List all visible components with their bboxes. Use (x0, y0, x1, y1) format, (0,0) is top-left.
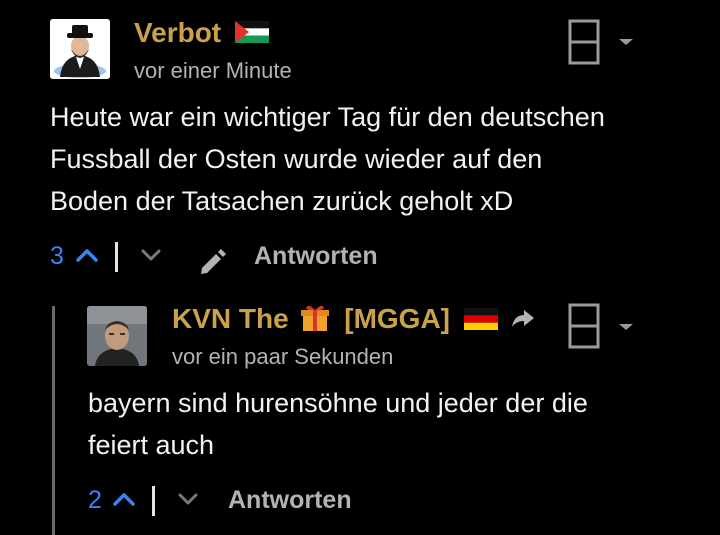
thread-line (52, 306, 55, 535)
bookmark-icon[interactable] (567, 302, 601, 350)
downvote-icon[interactable] (176, 491, 200, 507)
vote-count: 2 (88, 486, 102, 514)
comment-body-line: feiert auch (88, 430, 215, 460)
comment-body: bayern sind hurensöhne und jeder der die… (88, 382, 588, 466)
reply-button[interactable]: Antworten (228, 485, 352, 515)
vote-separator (152, 486, 155, 516)
upvote-icon[interactable] (74, 246, 100, 264)
comment-timestamp[interactable]: vor ein paar Sekunden (172, 344, 393, 370)
avatar-image (87, 306, 147, 366)
comment-body-line: bayern sind hurensöhne und jeder der die (88, 388, 588, 418)
avatar[interactable] (50, 19, 110, 79)
comment-author-name[interactable]: Verbot (134, 17, 269, 49)
pencil-icon[interactable] (196, 244, 230, 278)
downvote-icon[interactable] (139, 247, 163, 263)
comment-body-line: Boden der Tatsachen zurück geholt xD (50, 186, 514, 216)
comment-author-name[interactable]: KVN The [MGGA] (172, 303, 536, 335)
gift-icon (301, 305, 330, 331)
author-tag-text: [MGGA] (344, 303, 451, 334)
reply-button[interactable]: Antworten (254, 241, 378, 271)
reply-arrow-icon (511, 309, 534, 327)
avatar[interactable] (87, 306, 147, 366)
bookmark-icon[interactable] (567, 18, 601, 66)
comment-body-line: Fussball der Osten wurde wieder auf den (50, 144, 543, 174)
upvote-icon[interactable] (111, 490, 137, 508)
author-name-text: Verbot (134, 17, 222, 48)
chevron-down-icon[interactable] (617, 37, 635, 47)
vote-separator (115, 242, 118, 272)
comment-timestamp[interactable]: vor einer Minute (134, 58, 292, 84)
vote-count: 3 (50, 242, 64, 270)
chevron-down-icon[interactable] (617, 322, 635, 332)
author-name-text: KVN The (172, 303, 289, 334)
avatar-image (50, 19, 110, 79)
palestine-flag-icon (234, 20, 269, 43)
comment-body: Heute war ein wichtiger Tag für den deut… (50, 96, 605, 222)
comment-body-line: Heute war ein wichtiger Tag für den deut… (50, 102, 605, 132)
germany-flag-icon (463, 307, 498, 330)
